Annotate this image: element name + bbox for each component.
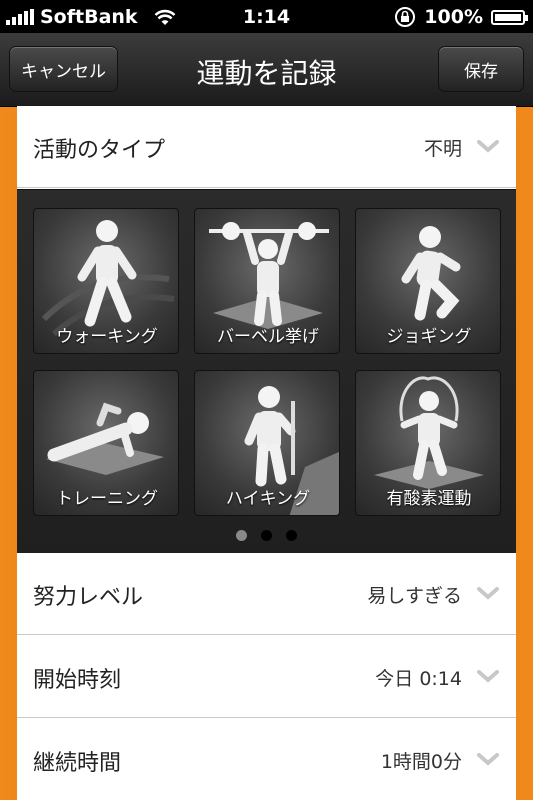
chevron-down-icon — [477, 587, 499, 600]
activity-picker: ウォーキング バーベル挙げ ジョギング トレーニング ハイキング 有酸素運動 — [17, 189, 516, 554]
activity-tile-walking[interactable]: ウォーキング — [33, 208, 179, 354]
navigation-bar: キャンセル 運動を記録 保存 — [0, 33, 533, 107]
page-dot[interactable] — [286, 530, 297, 541]
rotation-lock-icon — [395, 7, 416, 27]
start-time-row[interactable]: 開始時刻 今日 0:14 — [17, 636, 516, 718]
page-dot[interactable] — [236, 530, 247, 541]
activity-tile-hiking[interactable]: ハイキング — [194, 370, 340, 516]
battery-icon — [491, 9, 528, 25]
activity-tile-training[interactable]: トレーニング — [33, 370, 179, 516]
duration-row[interactable]: 継続時間 1時間0分 — [17, 719, 516, 800]
activity-tile-barbell[interactable]: バーベル挙げ — [194, 208, 340, 354]
activity-label: ジョギング — [386, 327, 472, 347]
activity-label: トレーニング — [56, 489, 158, 509]
page-indicator[interactable] — [17, 530, 516, 541]
chevron-down-icon — [477, 753, 499, 766]
activity-type-row[interactable]: 活動のタイプ 不明 — [17, 106, 516, 188]
activity-type-label: 活動のタイプ — [33, 138, 166, 163]
duration-value: 1時間0分 — [380, 751, 462, 773]
workout-form: 活動のタイプ 不明 ウォーキング バーベル挙げ ジョギング トレーニング ハイキ… — [17, 106, 516, 800]
activity-type-value: 不明 — [423, 138, 462, 160]
effort-level-value: 易しすぎる — [367, 585, 462, 607]
effort-level-label: 努力レベル — [33, 585, 144, 610]
activity-label: ハイキング — [225, 489, 311, 509]
activity-tile-aerobic[interactable]: 有酸素運動 — [355, 370, 501, 516]
chevron-down-icon — [477, 670, 499, 683]
start-time-label: 開始時刻 — [33, 668, 122, 693]
save-button[interactable]: 保存 — [438, 46, 524, 92]
start-time-value: 今日 0:14 — [375, 668, 462, 690]
activity-label: 有酸素運動 — [386, 489, 472, 509]
page-dot[interactable] — [261, 530, 272, 541]
effort-level-row[interactable]: 努力レベル 易しすぎる — [17, 553, 516, 635]
activity-label: ウォーキング — [56, 327, 158, 347]
status-bar: SoftBank 1:14 100% — [0, 0, 533, 33]
duration-label: 継続時間 — [33, 751, 122, 776]
activity-label: バーベル挙げ — [217, 327, 319, 347]
activity-tile-jogging[interactable]: ジョギング — [355, 208, 501, 354]
chevron-down-icon — [477, 140, 499, 153]
battery-percent: 100% — [424, 6, 483, 28]
